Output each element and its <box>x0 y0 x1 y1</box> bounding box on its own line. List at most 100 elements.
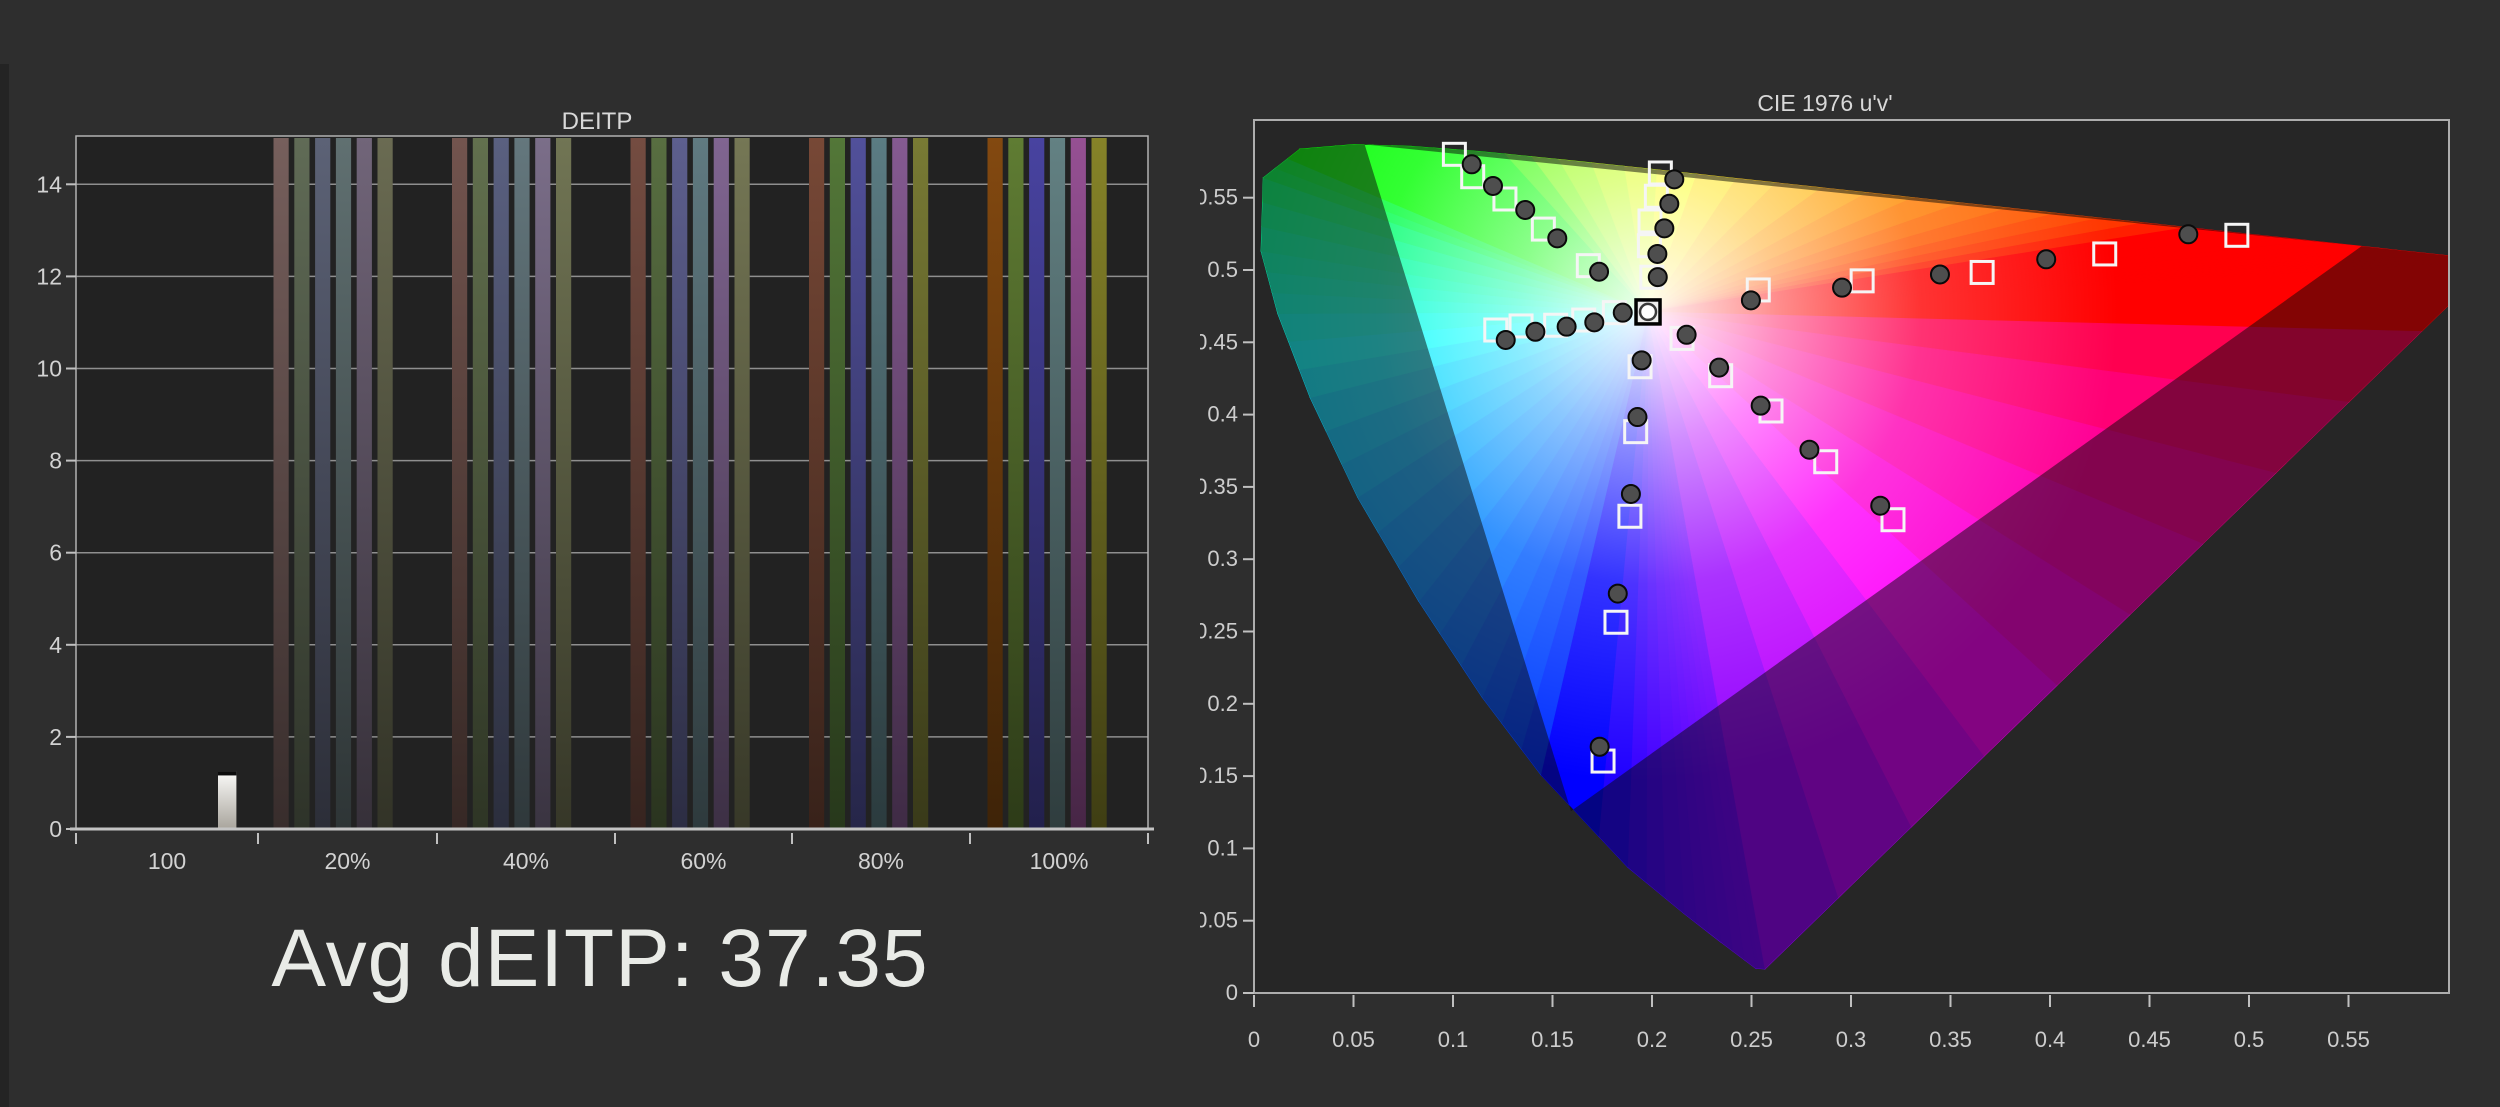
measured-dot-blue <box>1633 351 1651 369</box>
bar-red-100% <box>988 138 1003 828</box>
x-tick-label: 0.15 <box>1531 1027 1574 1052</box>
x-group-label: 100% <box>1030 848 1089 874</box>
bar-cyan-80% <box>871 138 886 828</box>
x-tick-label: 0.1 <box>1438 1027 1469 1052</box>
x-tick-label: 0.2 <box>1637 1027 1668 1052</box>
measured-dot-red <box>2179 225 2197 243</box>
bar-red-60% <box>631 138 646 828</box>
measured-dot-blue <box>1622 485 1640 503</box>
y-tick-label: 0.25 <box>1200 619 1238 644</box>
chart-title: DEITP <box>562 108 633 135</box>
y-tick-label: 2 <box>49 724 62 750</box>
y-tick-label: 0 <box>1226 980 1238 1005</box>
white-point-bar <box>218 771 236 828</box>
x-group-label: 60% <box>680 848 726 874</box>
x-tick-label: 0.3 <box>1836 1027 1867 1052</box>
measured-dot-green <box>1463 155 1481 173</box>
bar-yellow-20% <box>378 138 393 828</box>
measured-dot-cyan <box>1526 323 1544 341</box>
bar-blue-20% <box>315 138 330 828</box>
bar-blue-80% <box>851 138 866 828</box>
bar-magenta-20% <box>357 138 372 828</box>
y-tick-label: 0.1 <box>1207 835 1238 860</box>
measured-dot-blue <box>1628 408 1646 426</box>
bar-green-20% <box>294 138 309 828</box>
measured-dot-magenta <box>1871 497 1889 515</box>
bar-green-40% <box>473 138 488 828</box>
white-point-measured-dot <box>1640 304 1656 320</box>
measured-dot-green <box>1484 177 1502 195</box>
measured-dot-cyan <box>1497 331 1515 349</box>
y-tick-label: 0.2 <box>1207 691 1238 716</box>
x-group-label: 40% <box>503 848 549 874</box>
measured-dot-cyan <box>1558 318 1576 336</box>
x-group-label: 100 <box>148 848 186 874</box>
cie-chart-panel: 0 0.05 0.1 0.15 0.2 0.25 0.3 0.35 0.4 0.45 0.5 0.55… <box>1200 0 2500 1107</box>
bar-red-20% <box>274 138 289 828</box>
bar-cyan-20% <box>336 138 351 828</box>
bar-magenta-100% <box>1071 138 1086 828</box>
y-tick-label: 0.45 <box>1200 329 1238 354</box>
y-tick-label: 0.15 <box>1200 763 1238 788</box>
y-tick-label: 0.4 <box>1207 402 1238 427</box>
avg-deitp-label: Avg dEITP: 37.35 <box>0 912 1200 1006</box>
chart-title: CIE 1976 u'v' <box>1757 90 1892 116</box>
measured-dot-red <box>1833 279 1851 297</box>
y-tick-label: 14 <box>36 171 62 197</box>
x-tick-label: 0.05 <box>1332 1027 1375 1052</box>
y-tick-label: 6 <box>49 540 62 566</box>
x-tick-label: 0.45 <box>2128 1027 2171 1052</box>
calibration-report: 0246810121410020%40%60%80%100%DEITP Avg … <box>0 0 2500 1107</box>
plot-background <box>76 136 1148 829</box>
measured-dot-red <box>1931 265 1949 283</box>
bar-yellow-80% <box>913 138 928 828</box>
bar-green-60% <box>651 138 666 828</box>
y-tick-label: 10 <box>36 356 62 382</box>
x-tick-label: 0.55 <box>2327 1027 2370 1052</box>
white-point-bar-cap <box>218 771 236 775</box>
measured-dot-yellow <box>1660 195 1678 213</box>
bar-red-80% <box>809 138 824 828</box>
bar-green-80% <box>830 138 845 828</box>
x-tick-label: 0.4 <box>2035 1027 2066 1052</box>
measured-dot-cyan <box>1614 304 1632 322</box>
measured-dot-blue <box>1591 738 1609 756</box>
measured-dot-magenta <box>1800 441 1818 459</box>
measured-dot-magenta <box>1752 397 1770 415</box>
bar-magenta-60% <box>714 138 729 828</box>
x-tick-label: 0 <box>1248 1027 1260 1052</box>
bar-blue-100% <box>1029 138 1044 828</box>
measured-dot-blue <box>1609 585 1627 603</box>
x-tick-label: 0.35 <box>1929 1027 1972 1052</box>
bar-cyan-60% <box>693 138 708 828</box>
measured-dot-red <box>1742 291 1760 309</box>
measured-dot-yellow <box>1665 170 1683 188</box>
y-tick-label: 0.35 <box>1200 474 1238 499</box>
bar-blue-60% <box>672 138 687 828</box>
bar-yellow-60% <box>735 138 750 828</box>
y-tick-label: 8 <box>49 448 62 474</box>
bar-magenta-40% <box>535 138 550 828</box>
measured-dot-green <box>1548 229 1566 247</box>
bar-cyan-100% <box>1050 138 1065 828</box>
measured-dot-magenta <box>1678 326 1696 344</box>
x-tick-label: 0.25 <box>1730 1027 1773 1052</box>
cie-1976-chromaticity-chart: 0 0.05 0.1 0.15 0.2 0.25 0.3 0.35 0.4 0.45 0.5 0.55… <box>1200 0 2500 1107</box>
bar-yellow-40% <box>556 138 571 828</box>
y-tick-label: 4 <box>49 632 62 658</box>
x-tick-label: 0.5 <box>2234 1027 2265 1052</box>
measured-dot-magenta <box>1710 359 1728 377</box>
measured-dot-yellow <box>1649 268 1667 286</box>
bar-magenta-80% <box>892 138 907 828</box>
x-group-label: 80% <box>858 848 904 874</box>
measured-dot-green <box>1590 263 1608 281</box>
bar-red-40% <box>452 138 467 828</box>
bar-yellow-100% <box>1092 138 1107 828</box>
bar-blue-40% <box>494 138 509 828</box>
y-tick-label: 0.5 <box>1207 257 1238 282</box>
y-tick-label: 0 <box>49 816 62 842</box>
measured-dot-green <box>1516 201 1534 219</box>
measured-dot-cyan <box>1585 313 1603 331</box>
measured-dot-yellow <box>1655 219 1673 237</box>
x-group-label: 20% <box>324 848 370 874</box>
